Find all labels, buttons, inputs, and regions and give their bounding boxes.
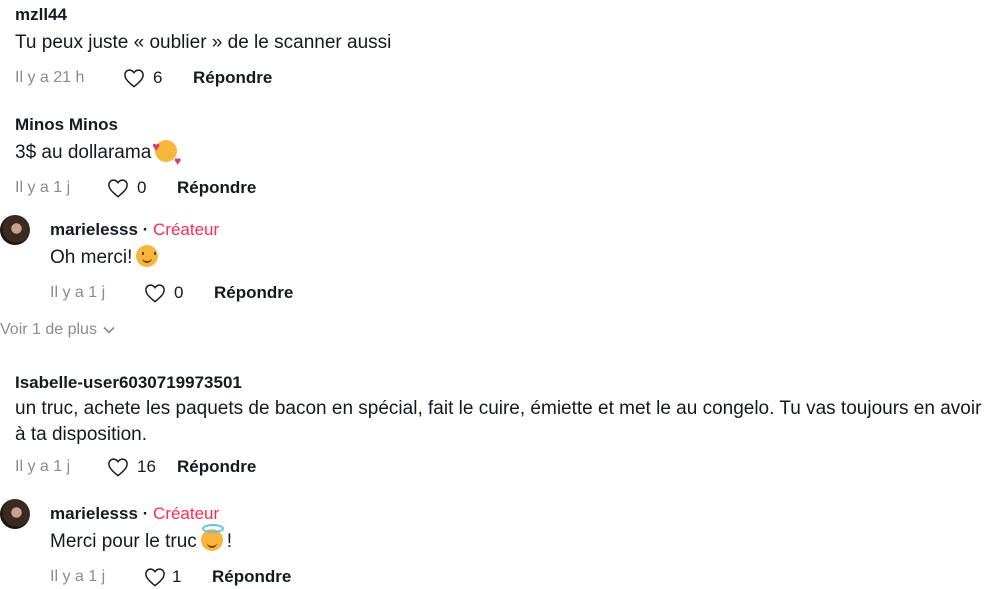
reply-button[interactable]: Répondre bbox=[177, 178, 256, 198]
comment-timestamp: Il y a 1 j bbox=[50, 568, 106, 585]
comment-username[interactable]: mzll44 bbox=[15, 5, 985, 25]
comment-actions: Il y a 1 j 1 Répondre bbox=[50, 565, 980, 589]
comment-text: Tu peux juste « oublier » de le scanner … bbox=[15, 32, 392, 53]
heart-icon bbox=[108, 458, 128, 477]
view-more-replies-button[interactable]: Voir 1 de plus bbox=[0, 321, 115, 339]
avatar[interactable] bbox=[0, 215, 30, 245]
comment-username[interactable]: Isabelle-user6030719973501 bbox=[15, 373, 990, 393]
reply-button[interactable]: Répondre bbox=[214, 283, 293, 303]
comment-actions: Il y a 21 h 6 Répondre bbox=[15, 66, 985, 90]
comment-text-row: Oh merci! bbox=[50, 245, 980, 271]
comment-actions: Il y a 1 j 16 Répondre bbox=[15, 455, 990, 479]
reply-button[interactable]: Répondre bbox=[177, 457, 256, 477]
comment-item: marielesss · Créateur Oh merci! Il y a 1… bbox=[50, 220, 980, 305]
comment-text-row: Merci pour le truc! bbox=[50, 524, 980, 555]
comment-username-row: marielesss · Créateur bbox=[50, 504, 980, 524]
like-button[interactable]: 0 bbox=[107, 178, 163, 198]
comment-actions: Il y a 1 j 0 Répondre bbox=[50, 281, 980, 305]
comment-username[interactable]: Minos Minos bbox=[15, 115, 985, 135]
creator-separator: · bbox=[137, 220, 154, 239]
like-button[interactable]: 0 bbox=[144, 283, 200, 303]
comment-timestamp: Il y a 1 j bbox=[50, 284, 106, 301]
reply-button[interactable]: Répondre bbox=[212, 567, 291, 587]
comment-text-suffix: ! bbox=[226, 531, 233, 552]
heart-icon bbox=[145, 284, 165, 303]
heart-icon bbox=[108, 179, 128, 198]
smiling-face-with-hearts-icon bbox=[152, 134, 181, 174]
like-count: 0 bbox=[174, 283, 184, 302]
view-more-label: Voir 1 de plus bbox=[0, 321, 97, 338]
creator-badge: Créateur bbox=[153, 220, 220, 239]
comment-text: un truc, achete les paquets de bacon en … bbox=[15, 398, 982, 445]
comment-actions: Il y a 1 j 0 Répondre bbox=[15, 176, 985, 200]
comment-timestamp: Il y a 21 h bbox=[15, 69, 85, 86]
comment-username[interactable]: marielesss bbox=[50, 504, 138, 523]
creator-badge: Créateur bbox=[153, 504, 220, 523]
creator-separator: · bbox=[137, 504, 154, 523]
comment-text-row: 3$ au dollarama bbox=[15, 134, 985, 174]
comment-item: Minos Minos 3$ au dollarama Il y a 1 j 0… bbox=[15, 115, 985, 200]
like-count: 0 bbox=[137, 178, 147, 197]
like-count: 6 bbox=[153, 68, 163, 87]
heart-icon bbox=[124, 69, 144, 88]
heart-icon bbox=[145, 568, 165, 587]
avatar[interactable] bbox=[0, 499, 30, 529]
comment-item: mzll44 Tu peux juste « oublier » de le s… bbox=[15, 5, 985, 90]
like-button[interactable]: 6 bbox=[123, 68, 179, 88]
comment-username[interactable]: marielesss bbox=[50, 220, 138, 239]
like-button[interactable]: 16 bbox=[107, 457, 163, 477]
comment-text: Merci pour le truc bbox=[50, 531, 197, 552]
like-button[interactable]: 1 bbox=[144, 567, 198, 587]
smiling-face-icon bbox=[136, 245, 159, 267]
like-count: 1 bbox=[172, 567, 182, 586]
comment-item: marielesss · Créateur Merci pour le truc… bbox=[50, 504, 980, 589]
like-count: 16 bbox=[137, 457, 156, 476]
smiling-face-with-halo-icon bbox=[200, 524, 224, 551]
comment-timestamp: Il y a 1 j bbox=[15, 179, 71, 196]
reply-button[interactable]: Répondre bbox=[193, 68, 272, 88]
comment-timestamp: Il y a 1 j bbox=[15, 458, 71, 475]
chevron-down-icon bbox=[103, 326, 115, 334]
comment-username-row: marielesss · Créateur bbox=[50, 220, 980, 240]
comment-item: Isabelle-user6030719973501 un truc, ache… bbox=[15, 373, 990, 479]
comment-text: Oh merci! bbox=[50, 247, 133, 268]
comment-text: 3$ au dollarama bbox=[15, 142, 152, 163]
